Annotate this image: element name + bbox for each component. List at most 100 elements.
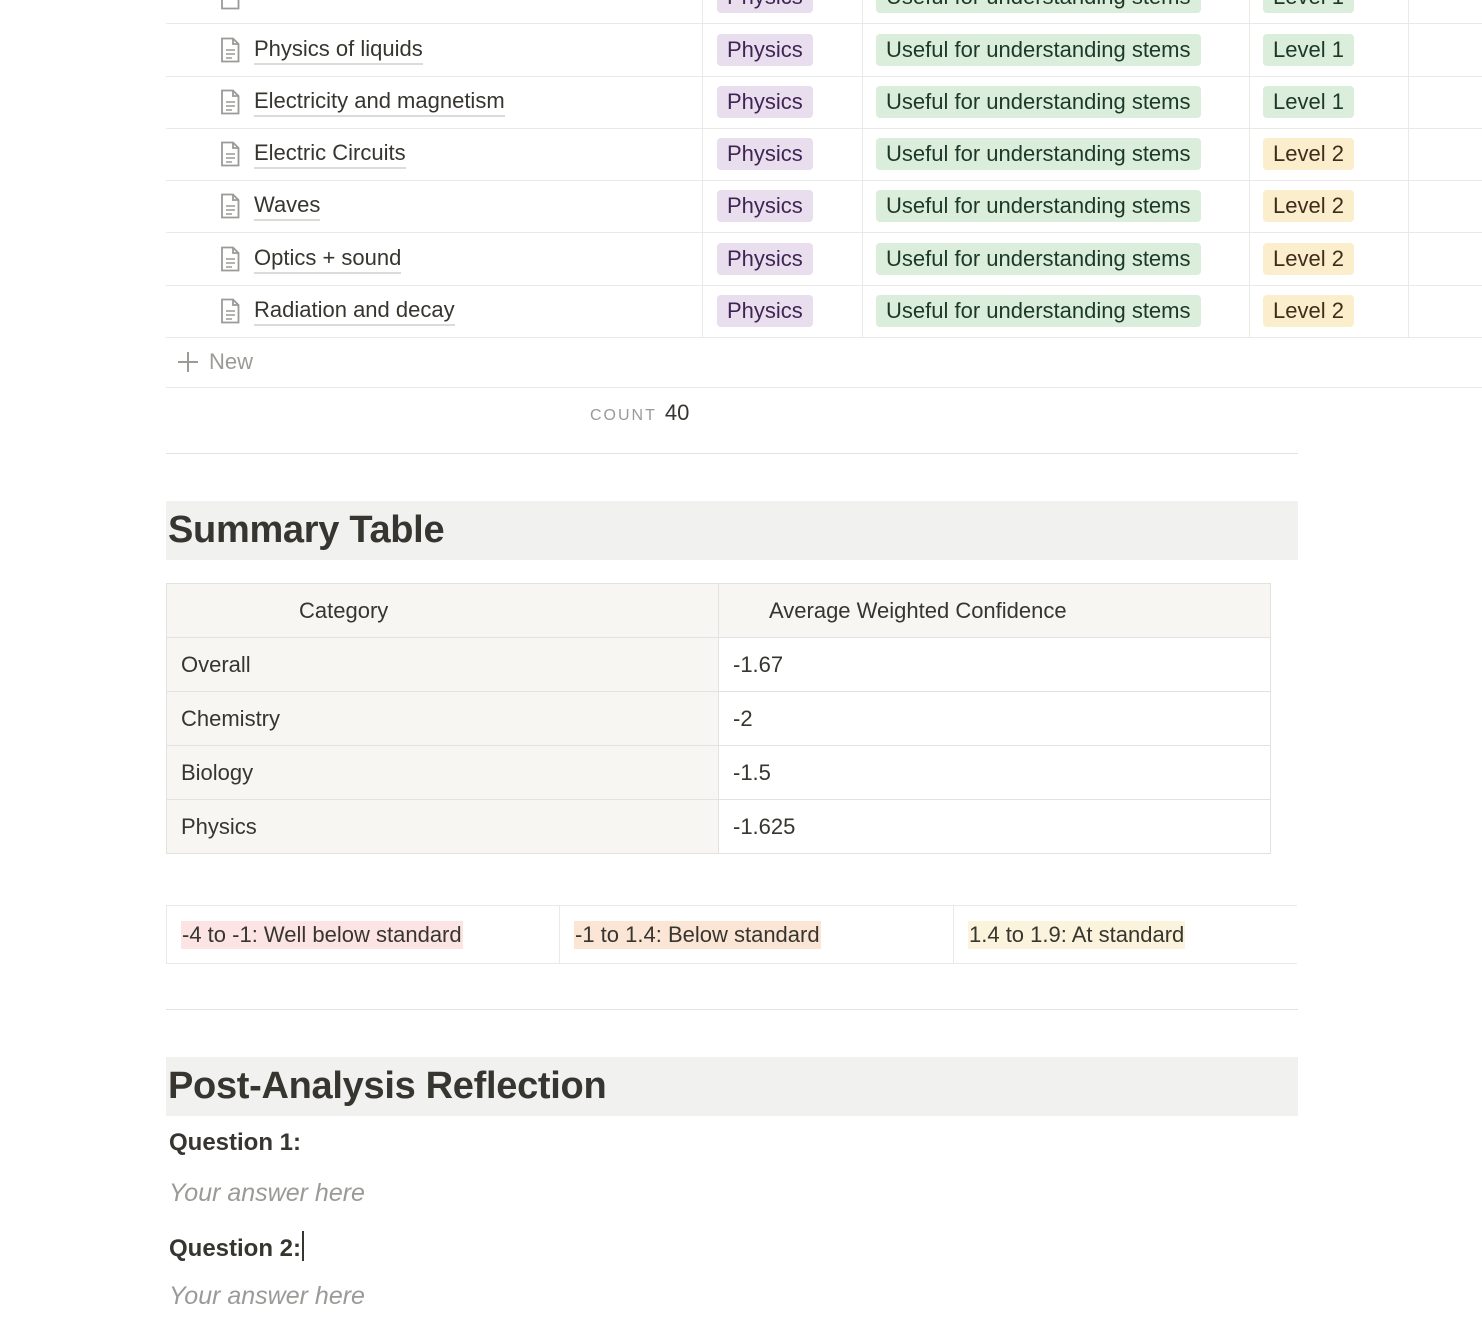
count-label: COUNT [590, 407, 657, 424]
header-average[interactable]: Average Weighted Confidence [718, 583, 1271, 638]
table-header-row: Category Average Weighted Confidence [166, 583, 1271, 638]
document-icon [221, 246, 240, 272]
table-row[interactable]: Waves Physics Useful for understanding s… [166, 180, 1482, 233]
subject-tag: Physics [717, 295, 813, 327]
level-cell[interactable]: Level 2 [1249, 180, 1409, 232]
legend-cell[interactable]: 1.4 to 1.9: At standard [954, 906, 1297, 963]
category-cell[interactable]: Overall [166, 637, 719, 692]
answer-2-placeholder[interactable]: Your answer here [169, 1282, 365, 1311]
table-row[interactable]: Electric Circuits Physics Useful for und… [166, 128, 1482, 181]
question-2-label[interactable]: Question 2: [169, 1231, 305, 1263]
value-cell[interactable]: -1.5 [718, 745, 1271, 800]
usefulness-tag: Useful for understanding stems [876, 86, 1201, 118]
usefulness-cell[interactable]: Useful for understanding stems [862, 0, 1249, 23]
subject-cell[interactable]: Physics [702, 0, 862, 23]
value-cell[interactable]: -1.67 [718, 637, 1271, 692]
plus-icon [177, 351, 199, 373]
text-cursor [302, 1231, 305, 1261]
level-cell[interactable]: Level 2 [1249, 128, 1409, 180]
document-icon [221, 89, 240, 115]
usefulness-tag: Useful for understanding stems [876, 295, 1201, 327]
usefulness-cell[interactable]: Useful for understanding stems [862, 233, 1249, 285]
question-1-label[interactable]: Question 1: [169, 1129, 301, 1157]
count-summary[interactable]: COUNT 40 [590, 400, 689, 426]
subject-tag: Physics [717, 243, 813, 275]
usefulness-cell[interactable]: Useful for understanding stems [862, 76, 1249, 128]
level-cell[interactable]: Level 1 [1249, 24, 1409, 76]
name-cell[interactable]: Waves [166, 180, 702, 232]
usefulness-cell[interactable]: Useful for understanding stems [862, 24, 1249, 76]
table-row: Overall -1.67 [166, 637, 1271, 692]
category-cell[interactable]: Biology [166, 745, 719, 800]
subject-cell[interactable]: Physics [702, 76, 862, 128]
subject-tag: Physics [717, 0, 813, 13]
level-cell[interactable]: Level 2 [1249, 285, 1409, 337]
table-row: Physics -1.625 [166, 799, 1271, 854]
header-category[interactable]: Category [166, 583, 719, 638]
answer-1-placeholder[interactable]: Your answer here [169, 1179, 365, 1208]
subject-tag: Physics [717, 86, 813, 118]
reflection-heading-block[interactable]: Post-Analysis Reflection [166, 1057, 1298, 1116]
level-cell[interactable]: Level 1 [1249, 76, 1409, 128]
subject-cell[interactable]: Physics [702, 233, 862, 285]
level-tag: Level 1 [1263, 34, 1354, 66]
table-row[interactable]: Optics + sound Physics Useful for unders… [166, 233, 1482, 286]
summary-heading: Summary Table [168, 509, 445, 551]
subject-cell[interactable]: Physics [702, 24, 862, 76]
add-new-row-button[interactable]: New [166, 337, 1482, 388]
value-cell[interactable]: -1.625 [718, 799, 1271, 854]
document-icon [221, 298, 240, 324]
document-icon [221, 141, 240, 167]
document-icon [221, 0, 240, 10]
table-row[interactable]: Physics Useful for understanding stems L… [166, 0, 1482, 24]
usefulness-cell[interactable]: Useful for understanding stems [862, 285, 1249, 337]
level-tag: Level 1 [1263, 86, 1354, 118]
reflection-heading: Post-Analysis Reflection [168, 1065, 607, 1107]
legend-cell[interactable]: -4 to -1: Well below standard [167, 906, 560, 963]
subject-tag: Physics [717, 138, 813, 170]
question-label: Question 2: [169, 1235, 302, 1262]
subject-cell[interactable]: Physics [702, 180, 862, 232]
subject-cell[interactable]: Physics [702, 285, 862, 337]
question-label: Question 1: [169, 1129, 302, 1156]
notion-page: Physics Useful for understanding stems L… [0, 0, 1482, 1332]
confidence-legend: -4 to -1: Well below standard -1 to 1.4:… [166, 905, 1297, 964]
page-title[interactable]: Electricity and magnetism [254, 88, 505, 117]
document-icon [221, 193, 240, 219]
legend-at-standard: 1.4 to 1.9: At standard [968, 920, 1186, 949]
page-title[interactable]: Waves [254, 192, 321, 221]
name-cell[interactable]: Electricity and magnetism [166, 76, 702, 128]
summary-heading-block[interactable]: Summary Table [166, 501, 1298, 560]
subject-tag: Physics [717, 34, 813, 66]
category-cell[interactable]: Physics [166, 799, 719, 854]
table-row[interactable]: Electricity and magnetism Physics Useful… [166, 76, 1482, 129]
usefulness-tag: Useful for understanding stems [876, 34, 1201, 66]
name-cell[interactable] [166, 0, 702, 23]
level-tag: Level 2 [1263, 295, 1354, 327]
level-cell[interactable]: Level 2 [1249, 233, 1409, 285]
usefulness-tag: Useful for understanding stems [876, 243, 1201, 275]
divider [166, 453, 1298, 454]
usefulness-tag: Useful for understanding stems [876, 0, 1201, 13]
name-cell[interactable]: Optics + sound [166, 233, 702, 285]
page-title[interactable]: Optics + sound [254, 245, 402, 274]
divider [166, 1009, 1298, 1010]
page-title[interactable]: Electric Circuits [254, 140, 406, 169]
level-tag: Level 2 [1263, 138, 1354, 170]
subject-cell[interactable]: Physics [702, 128, 862, 180]
subject-tag: Physics [717, 190, 813, 222]
legend-cell[interactable]: -1 to 1.4: Below standard [560, 906, 954, 963]
table-row[interactable]: Physics of liquids Physics Useful for un… [166, 24, 1482, 77]
level-cell[interactable]: Level 1 [1249, 0, 1409, 23]
page-title[interactable]: Radiation and decay [254, 297, 455, 326]
new-label: New [209, 349, 254, 374]
category-cell[interactable]: Chemistry [166, 691, 719, 746]
name-cell[interactable]: Electric Circuits [166, 128, 702, 180]
name-cell[interactable]: Physics of liquids [166, 24, 702, 76]
table-row[interactable]: Radiation and decay Physics Useful for u… [166, 285, 1482, 338]
page-title[interactable]: Physics of liquids [254, 36, 423, 65]
name-cell[interactable]: Radiation and decay [166, 285, 702, 337]
usefulness-cell[interactable]: Useful for understanding stems [862, 128, 1249, 180]
usefulness-cell[interactable]: Useful for understanding stems [862, 180, 1249, 232]
value-cell[interactable]: -2 [718, 691, 1271, 746]
